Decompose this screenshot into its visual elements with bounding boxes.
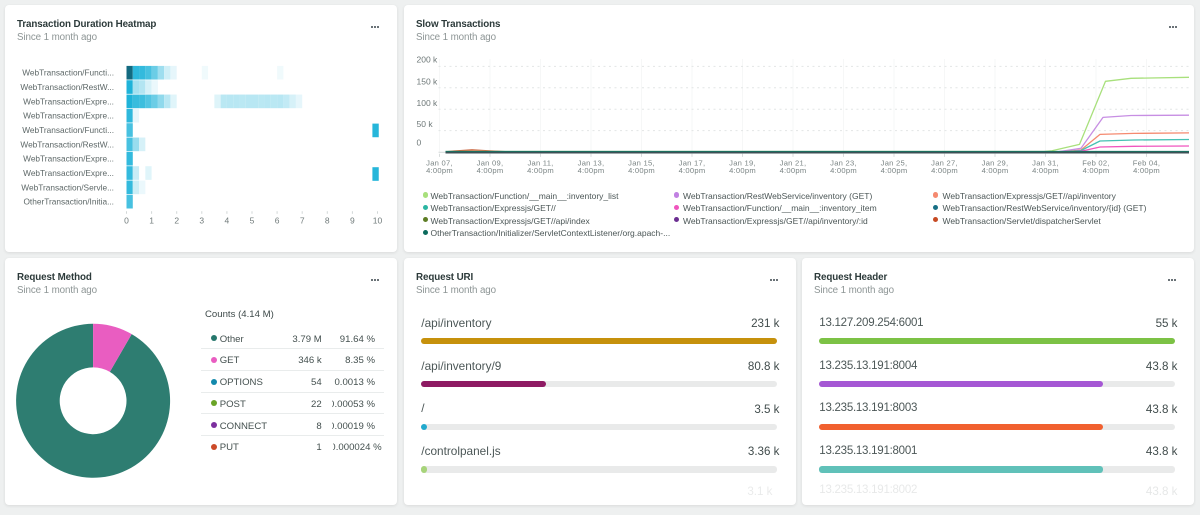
svg-text:WebTransaction/RestW...: WebTransaction/RestW... xyxy=(20,139,114,149)
svg-text:10: 10 xyxy=(373,216,383,226)
svg-text:OtherTransaction/Initia...: OtherTransaction/Initia... xyxy=(23,197,114,207)
svg-text:8: 8 xyxy=(325,216,330,226)
svg-text:1: 1 xyxy=(149,216,154,226)
svg-text:9: 9 xyxy=(350,216,355,226)
svg-text:WebTransaction/Functi...: WebTransaction/Functi... xyxy=(22,125,114,135)
svg-text:WebTransaction/Expre...: WebTransaction/Expre... xyxy=(23,168,114,178)
svg-text:0: 0 xyxy=(124,216,129,226)
svg-text:WebTransaction/Servle...: WebTransaction/Servle... xyxy=(21,182,114,192)
svg-text:WebTransaction/Expre...: WebTransaction/Expre... xyxy=(23,111,114,121)
svg-text:5: 5 xyxy=(250,216,255,226)
svg-text:3: 3 xyxy=(199,216,204,226)
svg-text:7: 7 xyxy=(300,216,305,226)
svg-text:WebTransaction/RestW...: WebTransaction/RestW... xyxy=(20,82,114,92)
svg-text:4: 4 xyxy=(225,216,230,226)
svg-text:WebTransaction/Expre...: WebTransaction/Expre... xyxy=(23,154,114,164)
svg-text:WebTransaction/Functi...: WebTransaction/Functi... xyxy=(22,68,114,78)
svg-text:WebTransaction/Expre...: WebTransaction/Expre... xyxy=(23,96,114,106)
svg-text:6: 6 xyxy=(275,216,280,226)
svg-text:2: 2 xyxy=(174,216,179,226)
